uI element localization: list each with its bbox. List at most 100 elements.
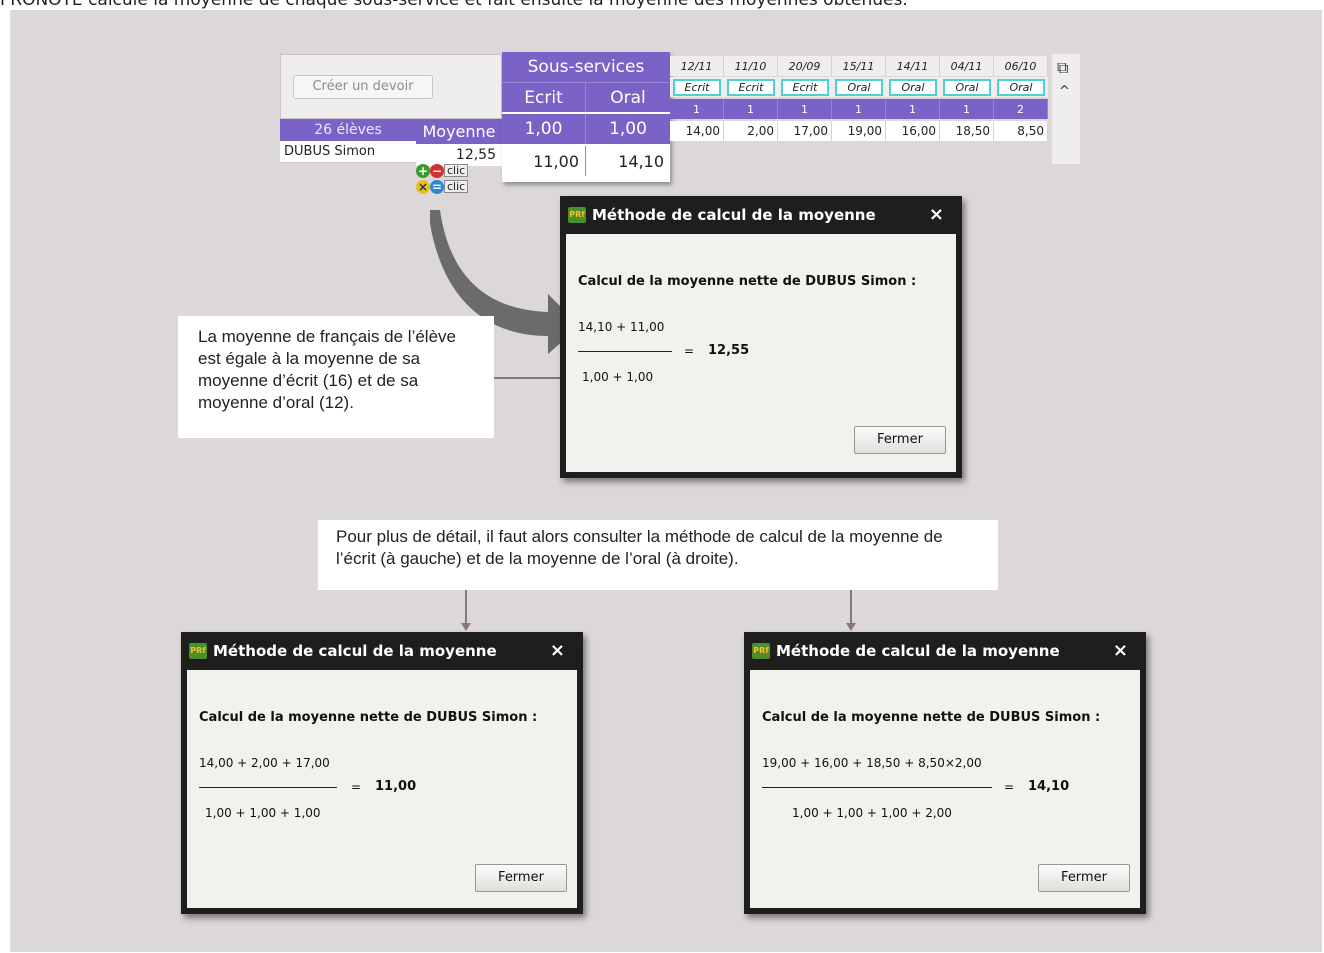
assignment-coef: 1 [940, 99, 994, 119]
connector-right [850, 590, 852, 626]
assignment-type: Oral [940, 77, 994, 97]
subservice-ecrit-value[interactable]: 11,00 [502, 146, 586, 176]
subservice-oral-header[interactable]: Oral [586, 82, 670, 112]
minus-icon[interactable]: − [430, 164, 444, 178]
dialog-body: Calcul de la moyenne nette de DUBUS Simo… [187, 670, 577, 908]
dialog-title: Méthode de calcul de la moyenne [776, 642, 1060, 660]
assignment-coef: 1 [832, 99, 886, 119]
student-name[interactable]: DUBUS Simon [280, 141, 416, 163]
pronote-logo-icon: PRf [568, 207, 586, 223]
dialog-body: Calcul de la moyenne nette de DUBUS Simo… [566, 234, 956, 472]
assignment-coef: 1 [670, 99, 724, 119]
assignment-type-label[interactable]: Ecrit [727, 78, 775, 96]
assignment-date[interactable]: 20/09 [778, 56, 832, 76]
scroll-up-icon[interactable]: ^ [1059, 84, 1070, 99]
calc-heading: Calcul de la moyenne nette de DUBUS Simo… [578, 274, 917, 289]
assignment-date[interactable]: 11/10 [724, 56, 778, 76]
dialog-title: Méthode de calcul de la moyenne [592, 206, 876, 224]
close-icon[interactable]: × [1113, 640, 1128, 661]
expand-all-icon[interactable]: × [416, 180, 430, 194]
subservice-ecrit-coef: 1,00 [502, 114, 586, 144]
assignment-coef: 2 [994, 99, 1048, 119]
close-button[interactable]: Fermer [1038, 864, 1130, 892]
denominator: 1,00 + 1,00 + 1,00 + 2,00 [792, 806, 952, 820]
fraction-line [199, 787, 337, 788]
plus-icon[interactable]: + [416, 164, 430, 178]
assignment-date[interactable]: 12/11 [670, 56, 724, 76]
result: 12,55 [708, 343, 750, 358]
assignment-type-label[interactable]: Oral [889, 78, 937, 96]
assignment-mark[interactable]: 2,00 [724, 121, 778, 141]
equals-sign: = [1004, 780, 1015, 794]
assignment-mark[interactable]: 17,00 [778, 121, 832, 141]
assignment-mark[interactable]: 8,50 [994, 121, 1048, 141]
denominator: 1,00 + 1,00 [582, 370, 654, 384]
assignment-type-label[interactable]: Oral [997, 78, 1045, 96]
assignment-date[interactable]: 14/11 [886, 56, 940, 76]
connector-left [465, 590, 467, 626]
close-button[interactable]: Fermer [475, 864, 567, 892]
intro-text: PRONOTE calcule la moyenne de chaque sou… [0, 0, 908, 10]
assignment-type: Oral [994, 77, 1048, 97]
dialog-titlebar: PRf Méthode de calcul de la moyenne × [744, 632, 1146, 670]
callout-french-average: La moyenne de français de l’élève est ég… [178, 316, 494, 438]
assignment-coef: 1 [778, 99, 832, 119]
dialog-ecrit-average: PRf Méthode de calcul de la moyenne × Ca… [181, 632, 583, 914]
fraction-line [578, 351, 672, 352]
calc-heading: Calcul de la moyenne nette de DUBUS Simo… [199, 710, 538, 725]
dialog-title: Méthode de calcul de la moyenne [213, 642, 497, 660]
pronote-logo-icon: PRf [189, 643, 207, 659]
copy-icon[interactable]: ⧉ [1057, 58, 1068, 78]
assignment-type: Ecrit [670, 77, 724, 97]
grid-right-rail: ⧉ ^ [1052, 54, 1080, 164]
assignment-type-label[interactable]: Ecrit [781, 78, 829, 96]
student-average[interactable]: 12,55 [416, 144, 502, 166]
grid-header-area: Créer un devoir [280, 54, 502, 119]
assignment-type: Oral [886, 77, 940, 97]
assignment-date[interactable]: 06/10 [994, 56, 1048, 76]
assignment-mark[interactable]: 18,50 [940, 121, 994, 141]
denominator: 1,00 + 1,00 + 1,00 [205, 806, 321, 820]
assignment-coef: 1 [886, 99, 940, 119]
assignment-mark[interactable]: 16,00 [886, 121, 940, 141]
assignment-date[interactable]: 15/11 [832, 56, 886, 76]
close-icon[interactable]: × [929, 204, 944, 225]
average-column-header[interactable]: Moyenne [416, 119, 502, 144]
dialog-main-average: PRf Méthode de calcul de la moyenne × Ca… [560, 196, 962, 478]
dialog-oral-average: PRf Méthode de calcul de la moyenne × Ca… [744, 632, 1146, 914]
arrow-down-right-icon [846, 623, 856, 631]
numerator: 14,00 + 2,00 + 17,00 [199, 756, 330, 770]
assignment-type-label[interactable]: Oral [943, 78, 991, 96]
result: 11,00 [375, 779, 417, 794]
dialog-body: Calcul de la moyenne nette de DUBUS Simo… [750, 670, 1140, 908]
result: 14,10 [1028, 779, 1070, 794]
subservice-ecrit-header[interactable]: Ecrit [502, 82, 586, 112]
subservice-oral-coef: 1,00 [586, 114, 670, 144]
assignment-mark[interactable]: 19,00 [832, 121, 886, 141]
assignment-type: Ecrit [724, 77, 778, 97]
close-icon[interactable]: × [550, 640, 565, 661]
dialog-titlebar: PRf Méthode de calcul de la moyenne × [560, 196, 962, 234]
clic-label: clic [444, 164, 469, 177]
create-assignment-button[interactable]: Créer un devoir [293, 75, 433, 99]
numerator: 14,10 + 11,00 [578, 320, 665, 334]
arrow-down-left-icon [461, 623, 471, 631]
fraction-line [762, 787, 992, 788]
assignment-type: Ecrit [778, 77, 832, 97]
calc-heading: Calcul de la moyenne nette de DUBUS Simo… [762, 710, 1101, 725]
assignment-type-label[interactable]: Ecrit [673, 78, 721, 96]
equals-sign: = [684, 344, 695, 358]
assignment-type: Oral [832, 77, 886, 97]
student-count: 26 élèves [280, 119, 416, 141]
subservice-oral-value[interactable]: 14,10 [586, 146, 670, 176]
illustration-panel: Créer un devoir 26 élèves Moyenne DUBUS … [10, 10, 1322, 952]
dialog-titlebar: PRf Méthode de calcul de la moyenne × [181, 632, 583, 670]
assignment-date[interactable]: 04/11 [940, 56, 994, 76]
numerator: 19,00 + 16,00 + 18,50 + 8,50×2,00 [762, 756, 982, 770]
assignment-type-label[interactable]: Oral [835, 78, 883, 96]
subservices-title: Sous-services [502, 52, 670, 82]
close-button[interactable]: Fermer [854, 426, 946, 454]
pronote-logo-icon: PRf [752, 643, 770, 659]
equals-sign: = [351, 780, 362, 794]
assignment-mark[interactable]: 14,00 [670, 121, 724, 141]
